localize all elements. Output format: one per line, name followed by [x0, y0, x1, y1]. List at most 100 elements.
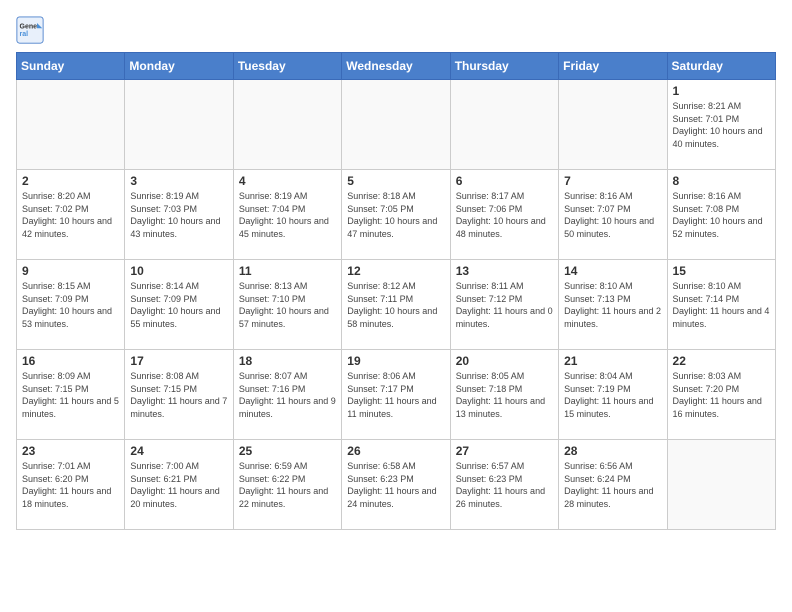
day-number: 6: [456, 174, 553, 188]
day-info: Sunrise: 8:20 AM Sunset: 7:02 PM Dayligh…: [22, 190, 119, 240]
logo-icon: Gene ral: [16, 16, 44, 44]
calendar-cell: [450, 80, 558, 170]
day-info: Sunrise: 6:56 AM Sunset: 6:24 PM Dayligh…: [564, 460, 661, 510]
day-number: 11: [239, 264, 336, 278]
day-info: Sunrise: 8:17 AM Sunset: 7:06 PM Dayligh…: [456, 190, 553, 240]
day-info: Sunrise: 8:16 AM Sunset: 7:08 PM Dayligh…: [673, 190, 770, 240]
calendar-cell: 17 Sunrise: 8:08 AM Sunset: 7:15 PM Dayli…: [125, 350, 233, 440]
calendar-table: SundayMondayTuesdayWednesdayThursdayFrid…: [16, 52, 776, 530]
day-number: 19: [347, 354, 444, 368]
calendar-cell: 5 Sunrise: 8:18 AM Sunset: 7:05 PM Daylig…: [342, 170, 450, 260]
calendar-cell: 9Sunrise: 8:15 AM Sunset: 7:09 PM Daylig…: [17, 260, 125, 350]
day-number: 15: [673, 264, 770, 278]
day-number: 21: [564, 354, 661, 368]
calendar-cell: 19 Sunrise: 8:06 AM Sunset: 7:17 PM Dayli…: [342, 350, 450, 440]
calendar-cell: 27 Sunrise: 6:57 AM Sunset: 6:23 PM Dayli…: [450, 440, 558, 530]
day-number: 16: [22, 354, 119, 368]
weekday-header-row: SundayMondayTuesdayWednesdayThursdayFrid…: [17, 53, 776, 80]
day-number: 27: [456, 444, 553, 458]
day-number: 13: [456, 264, 553, 278]
day-info: Sunrise: 8:10 AM Sunset: 7:13 PM Dayligh…: [564, 280, 661, 330]
calendar-cell: 1Sunrise: 8:21 AM Sunset: 7:01 PM Daylig…: [667, 80, 775, 170]
logo: Gene ral: [16, 16, 48, 44]
day-number: 3: [130, 174, 227, 188]
day-number: 26: [347, 444, 444, 458]
day-number: 17: [130, 354, 227, 368]
day-info: Sunrise: 8:19 AM Sunset: 7:04 PM Dayligh…: [239, 190, 336, 240]
weekday-header-tuesday: Tuesday: [233, 53, 341, 80]
weekday-header-saturday: Saturday: [667, 53, 775, 80]
day-number: 5: [347, 174, 444, 188]
svg-text:ral: ral: [20, 31, 29, 38]
calendar-week-2: 2 Sunrise: 8:20 AM Sunset: 7:02 PM Daylig…: [17, 170, 776, 260]
calendar-cell: 18 Sunrise: 8:07 AM Sunset: 7:16 PM Dayli…: [233, 350, 341, 440]
day-info: Sunrise: 7:01 AM Sunset: 6:20 PM Dayligh…: [22, 460, 119, 510]
calendar-cell: 21 Sunrise: 8:04 AM Sunset: 7:19 PM Dayli…: [559, 350, 667, 440]
calendar-cell: [667, 440, 775, 530]
day-info: Sunrise: 6:57 AM Sunset: 6:23 PM Dayligh…: [456, 460, 553, 510]
day-info: Sunrise: 8:09 AM Sunset: 7:15 PM Dayligh…: [22, 370, 119, 420]
day-number: 25: [239, 444, 336, 458]
calendar-cell: 16 Sunrise: 8:09 AM Sunset: 7:15 PM Dayli…: [17, 350, 125, 440]
day-number: 7: [564, 174, 661, 188]
calendar-week-3: 9Sunrise: 8:15 AM Sunset: 7:09 PM Daylig…: [17, 260, 776, 350]
day-number: 28: [564, 444, 661, 458]
day-number: 23: [22, 444, 119, 458]
calendar-cell: 12 Sunrise: 8:12 AM Sunset: 7:11 PM Dayli…: [342, 260, 450, 350]
calendar-cell: 6 Sunrise: 8:17 AM Sunset: 7:06 PM Daylig…: [450, 170, 558, 260]
weekday-header-sunday: Sunday: [17, 53, 125, 80]
day-info: Sunrise: 8:13 AM Sunset: 7:10 PM Dayligh…: [239, 280, 336, 330]
calendar-cell: 20 Sunrise: 8:05 AM Sunset: 7:18 PM Dayli…: [450, 350, 558, 440]
calendar-week-4: 16 Sunrise: 8:09 AM Sunset: 7:15 PM Dayli…: [17, 350, 776, 440]
day-number: 18: [239, 354, 336, 368]
day-info: Sunrise: 8:11 AM Sunset: 7:12 PM Dayligh…: [456, 280, 553, 330]
day-info: Sunrise: 8:07 AM Sunset: 7:16 PM Dayligh…: [239, 370, 336, 420]
calendar-cell: [233, 80, 341, 170]
day-number: 20: [456, 354, 553, 368]
calendar-cell: [17, 80, 125, 170]
day-info: Sunrise: 8:04 AM Sunset: 7:19 PM Dayligh…: [564, 370, 661, 420]
calendar-cell: [559, 80, 667, 170]
day-info: Sunrise: 8:05 AM Sunset: 7:18 PM Dayligh…: [456, 370, 553, 420]
day-info: Sunrise: 8:06 AM Sunset: 7:17 PM Dayligh…: [347, 370, 444, 420]
calendar-week-5: 23 Sunrise: 7:01 AM Sunset: 6:20 PM Dayli…: [17, 440, 776, 530]
weekday-header-thursday: Thursday: [450, 53, 558, 80]
calendar-cell: 8 Sunrise: 8:16 AM Sunset: 7:08 PM Daylig…: [667, 170, 775, 260]
day-number: 14: [564, 264, 661, 278]
svg-text:Gene: Gene: [20, 23, 38, 30]
calendar-cell: [342, 80, 450, 170]
calendar-cell: 7 Sunrise: 8:16 AM Sunset: 7:07 PM Daylig…: [559, 170, 667, 260]
calendar-cell: 13 Sunrise: 8:11 AM Sunset: 7:12 PM Dayli…: [450, 260, 558, 350]
calendar-week-1: 1Sunrise: 8:21 AM Sunset: 7:01 PM Daylig…: [17, 80, 776, 170]
day-number: 22: [673, 354, 770, 368]
weekday-header-wednesday: Wednesday: [342, 53, 450, 80]
day-number: 4: [239, 174, 336, 188]
day-number: 24: [130, 444, 227, 458]
day-info: Sunrise: 8:18 AM Sunset: 7:05 PM Dayligh…: [347, 190, 444, 240]
calendar-cell: 22 Sunrise: 8:03 AM Sunset: 7:20 PM Dayli…: [667, 350, 775, 440]
day-number: 12: [347, 264, 444, 278]
calendar-cell: 4 Sunrise: 8:19 AM Sunset: 7:04 PM Daylig…: [233, 170, 341, 260]
day-info: Sunrise: 7:00 AM Sunset: 6:21 PM Dayligh…: [130, 460, 227, 510]
day-number: 2: [22, 174, 119, 188]
day-info: Sunrise: 8:14 AM Sunset: 7:09 PM Dayligh…: [130, 280, 227, 330]
calendar-cell: 25 Sunrise: 6:59 AM Sunset: 6:22 PM Dayli…: [233, 440, 341, 530]
calendar-cell: 11 Sunrise: 8:13 AM Sunset: 7:10 PM Dayli…: [233, 260, 341, 350]
day-info: Sunrise: 8:12 AM Sunset: 7:11 PM Dayligh…: [347, 280, 444, 330]
day-info: Sunrise: 8:15 AM Sunset: 7:09 PM Dayligh…: [22, 280, 119, 330]
calendar-cell: 23 Sunrise: 7:01 AM Sunset: 6:20 PM Dayli…: [17, 440, 125, 530]
calendar-cell: 3 Sunrise: 8:19 AM Sunset: 7:03 PM Daylig…: [125, 170, 233, 260]
day-info: Sunrise: 8:08 AM Sunset: 7:15 PM Dayligh…: [130, 370, 227, 420]
weekday-header-friday: Friday: [559, 53, 667, 80]
page-header: Gene ral: [16, 16, 776, 44]
day-number: 8: [673, 174, 770, 188]
day-info: Sunrise: 6:59 AM Sunset: 6:22 PM Dayligh…: [239, 460, 336, 510]
calendar-cell: 14 Sunrise: 8:10 AM Sunset: 7:13 PM Dayli…: [559, 260, 667, 350]
weekday-header-monday: Monday: [125, 53, 233, 80]
calendar-cell: 2 Sunrise: 8:20 AM Sunset: 7:02 PM Daylig…: [17, 170, 125, 260]
calendar-cell: [125, 80, 233, 170]
calendar-cell: 15Sunrise: 8:10 AM Sunset: 7:14 PM Dayli…: [667, 260, 775, 350]
day-info: Sunrise: 8:03 AM Sunset: 7:20 PM Dayligh…: [673, 370, 770, 420]
day-info: Sunrise: 8:16 AM Sunset: 7:07 PM Dayligh…: [564, 190, 661, 240]
day-info: Sunrise: 8:19 AM Sunset: 7:03 PM Dayligh…: [130, 190, 227, 240]
